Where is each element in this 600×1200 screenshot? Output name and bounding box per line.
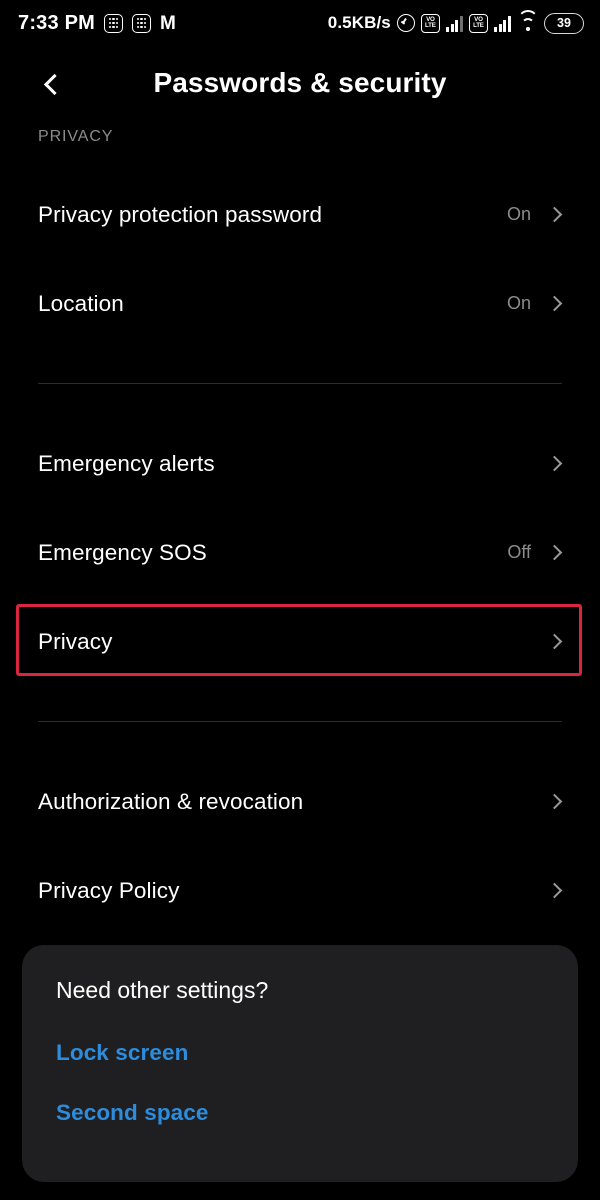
- chevron-left-icon: [43, 73, 65, 95]
- chevron-right-icon: [546, 455, 563, 472]
- row-label: Privacy Policy: [38, 877, 180, 903]
- back-button[interactable]: [30, 62, 74, 106]
- alarm-icon: [396, 14, 415, 32]
- setting-row-privacy-policy[interactable]: Privacy Policy: [0, 846, 600, 935]
- status-bar: 7:33 PM M 0.5KB/s VO LTE VO LTE 39: [0, 0, 600, 46]
- chevron-right-icon: [546, 544, 563, 561]
- card-link-second-space[interactable]: Second space: [56, 1100, 544, 1126]
- wifi-icon: [517, 9, 538, 32]
- sim-card-1-icon: [104, 13, 123, 33]
- card-title: Need other settings?: [56, 977, 269, 1003]
- mi-logo-icon: M: [160, 12, 176, 34]
- row-label: Privacy protection password: [38, 201, 323, 227]
- setting-row-privacy-protection-password[interactable]: Privacy protection password On: [0, 170, 600, 259]
- chevron-right-icon: [546, 206, 563, 223]
- row-label: Emergency alerts: [38, 450, 215, 476]
- row-value: On: [506, 293, 531, 313]
- signal-2-icon: [493, 15, 511, 32]
- setting-row-authorization-revocation[interactable]: Authorization & revocation: [0, 757, 600, 846]
- row-label: Privacy: [38, 628, 113, 654]
- chevron-right-icon: [546, 882, 563, 899]
- sim-card-2-icon: [132, 13, 151, 33]
- section-header-privacy: PRIVACY: [38, 128, 114, 145]
- setting-row-emergency-alerts[interactable]: Emergency alerts: [0, 419, 600, 508]
- battery-icon: 39: [544, 12, 584, 34]
- volte-2-icon: VO LTE: [468, 13, 488, 33]
- page-title: Passwords & security: [153, 67, 447, 98]
- status-bar-clock: 7:33 PM: [18, 11, 95, 34]
- chevron-right-icon: [546, 295, 563, 312]
- volte-bottom-text: LTE: [425, 22, 436, 29]
- app-bar: Passwords & security: [0, 52, 600, 114]
- row-value: Off: [507, 542, 531, 562]
- row-label: Authorization & revocation: [38, 788, 304, 814]
- chevron-right-icon: [546, 633, 563, 650]
- setting-row-location[interactable]: Location On: [0, 259, 600, 348]
- card-link-lock-screen[interactable]: Lock screen: [56, 1040, 544, 1066]
- settings-list: Privacy protection password On Location …: [0, 170, 600, 935]
- battery-level-label: 39: [557, 16, 571, 30]
- volte-1-icon: VO LTE: [420, 13, 440, 33]
- row-value: On: [506, 204, 531, 224]
- status-bar-left: 7:33 PM M: [18, 11, 176, 35]
- signal-1-icon: [445, 15, 463, 32]
- chevron-right-icon: [546, 793, 563, 810]
- setting-row-emergency-sos[interactable]: Emergency SOS Off: [0, 508, 600, 597]
- settings-screen: 7:33 PM M 0.5KB/s VO LTE VO LTE 39 Passw…: [0, 0, 600, 1200]
- need-other-settings-card: Need other settings? Lock screen Second …: [22, 945, 578, 1182]
- network-speed-label: 0.5KB/s: [327, 13, 391, 32]
- status-bar-right: 0.5KB/s VO LTE VO LTE 39: [327, 9, 584, 34]
- volte-bottom-text: LTE: [473, 22, 484, 29]
- row-label: Location: [38, 290, 124, 316]
- row-label: Emergency SOS: [38, 539, 207, 565]
- setting-row-privacy[interactable]: Privacy: [0, 597, 600, 686]
